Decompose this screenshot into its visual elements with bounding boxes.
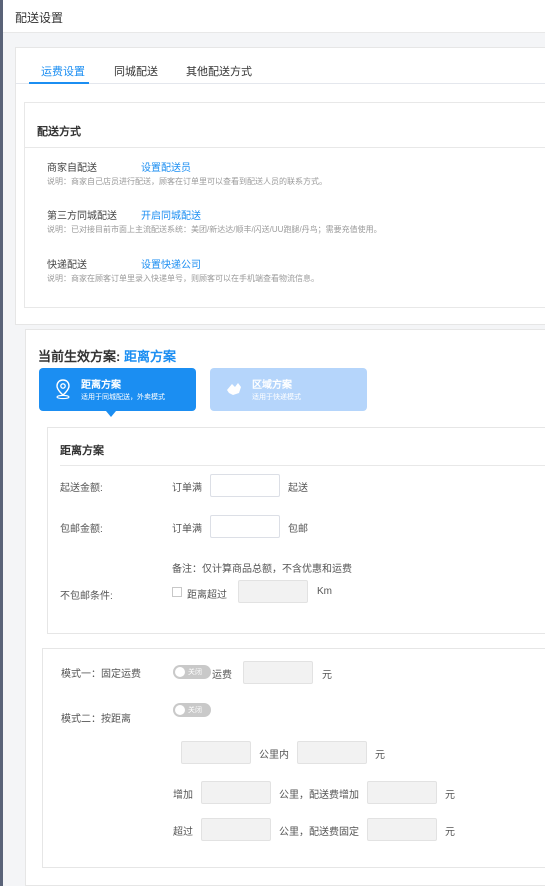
- km-fee-increase-text: 公里，配送费增加: [279, 790, 359, 801]
- free-suffix-text: 包邮: [288, 524, 308, 535]
- tab-other-delivery[interactable]: 其他配送方式: [186, 63, 252, 79]
- order-full-text-2: 订单满: [172, 524, 202, 535]
- settings-card: 运费设置 同城配送 其他配送方式 配送方式 商家自配送 设置配送员 说明：商家自…: [15, 47, 545, 325]
- distance-form-title: 距离方案: [60, 445, 104, 457]
- delivery-methods-title: 配送方式: [37, 126, 81, 138]
- self-delivery-label: 商家自配送: [47, 163, 97, 174]
- enable-same-city-link[interactable]: 开启同城配送: [141, 207, 201, 222]
- region-plan-subtitle: 适用于快递模式: [252, 394, 301, 401]
- order-full-text: 订单满: [172, 483, 202, 494]
- third-party-note: 说明：已对接目前市面上主流配送系统：美团/新达达/顺丰/闪送/UU跑腿/丹鸟；需…: [47, 225, 382, 234]
- toggle-knob: [175, 705, 185, 715]
- plan-card: 当前生效方案: 距离方案 距离方案 适用于同城配送，外卖模式 区域方案 适用于快…: [25, 329, 545, 886]
- start-suffix-text: 起送: [288, 483, 308, 494]
- divider: [25, 147, 545, 148]
- tab-bar: 运费设置 同城配送 其他配送方式: [16, 48, 545, 84]
- mode1-toggle-text: 关闭: [188, 669, 202, 676]
- self-delivery-note: 说明：商家自己店员进行配送，顾客在订单里可以查看到配送人员的联系方式。: [47, 177, 327, 186]
- current-plan-name: 距离方案: [123, 349, 176, 364]
- start-amount-label: 起送金额:: [60, 483, 103, 494]
- set-courier-link[interactable]: 设置配送员: [141, 159, 191, 174]
- dialog-title: 配送设置: [15, 11, 64, 25]
- yuan-text-4: 元: [445, 827, 455, 838]
- mode1-label: 模式一：固定运费: [61, 669, 141, 680]
- distance-over-input[interactable]: [238, 580, 308, 603]
- free-shipping-label: 包邮金额:: [60, 524, 103, 535]
- yuan-text-2: 元: [375, 750, 385, 761]
- distance-over-checkbox[interactable]: [172, 587, 182, 597]
- toggle-knob: [175, 667, 185, 677]
- fixed-fee-input[interactable]: [243, 661, 313, 684]
- set-express-company-link[interactable]: 设置快递公司: [141, 256, 201, 271]
- exceed-km-input[interactable]: [201, 818, 271, 841]
- current-plan-heading: 当前生效方案: 距离方案: [38, 346, 176, 365]
- increase-fee-input[interactable]: [367, 781, 437, 804]
- km-unit-text: Km: [317, 586, 332, 597]
- base-fee-input[interactable]: [297, 741, 367, 764]
- no-free-condition-label: 不包邮条件:: [60, 591, 113, 602]
- free-shipping-input[interactable]: [210, 515, 280, 538]
- yuan-text: 元: [322, 670, 332, 681]
- remark-text: 备注：仅计算商品总额，不含优惠和运费: [172, 564, 352, 575]
- km-fee-fixed-text: 公里，配送费固定: [279, 827, 359, 838]
- within-km-text: 公里内: [259, 750, 289, 761]
- yuan-text-3: 元: [445, 790, 455, 801]
- base-km-input[interactable]: [181, 741, 251, 764]
- distance-plan-form: 距离方案 起送金额: 订单满 起送 包邮金额: 订单满 包邮 备注：仅计算商品总…: [47, 427, 545, 634]
- current-plan-label: 当前生效方案:: [38, 349, 121, 364]
- fee-mode-form: 模式一：固定运费 关闭 运费 元 模式二：按距离 关闭 公里内 元 增加 公里，…: [42, 648, 545, 868]
- divider: [60, 465, 545, 466]
- mode2-label: 模式二：按距离: [61, 714, 131, 725]
- delivery-methods-section: 配送方式 商家自配送 设置配送员 说明：商家自己店员进行配送，顾客在订单里可以查…: [24, 102, 545, 308]
- fee-text: 运费: [212, 670, 232, 681]
- third-party-label: 第三方同城配送: [47, 211, 117, 222]
- exceed-text: 超过: [173, 827, 193, 838]
- dialog-titlebar: 配送设置: [3, 0, 545, 33]
- region-plan-card[interactable]: 区域方案 适用于快递模式: [210, 368, 367, 411]
- start-amount-input[interactable]: [210, 474, 280, 497]
- distance-plan-subtitle: 适用于同城配送，外卖模式: [81, 394, 165, 401]
- express-label: 快递配送: [47, 260, 87, 271]
- dialog-body: 运费设置 同城配送 其他配送方式 配送方式 商家自配送 设置配送员 说明：商家自…: [3, 33, 545, 886]
- distance-plan-card[interactable]: 距离方案 适用于同城配送，外卖模式: [39, 368, 196, 411]
- selected-plan-pointer: [106, 411, 116, 417]
- region-map-icon: [227, 383, 241, 395]
- active-tab-indicator: [29, 82, 89, 84]
- tab-same-city[interactable]: 同城配送: [114, 63, 158, 79]
- increase-km-input[interactable]: [201, 781, 271, 804]
- location-pin-icon: [56, 379, 70, 400]
- mode1-toggle[interactable]: 关闭: [173, 665, 211, 679]
- mode2-toggle-text: 关闭: [188, 707, 202, 714]
- region-plan-title: 区域方案: [252, 380, 292, 391]
- increase-text: 增加: [173, 790, 193, 801]
- tab-shipping-fee[interactable]: 运费设置: [41, 63, 85, 79]
- exceed-fee-input[interactable]: [367, 818, 437, 841]
- distance-over-text: 距离超过: [187, 590, 227, 601]
- mode2-toggle[interactable]: 关闭: [173, 703, 211, 717]
- express-note: 说明：商家在顾客订单里录入快递单号，则顾客可以在手机端查看物流信息。: [47, 274, 319, 283]
- distance-plan-title: 距离方案: [81, 380, 121, 391]
